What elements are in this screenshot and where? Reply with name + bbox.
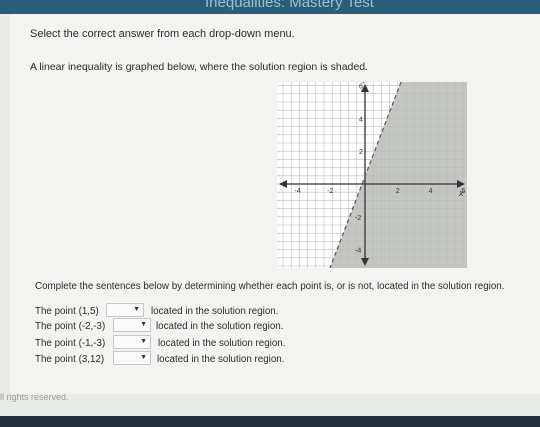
test-title: Inequalities: Mastery Test <box>205 0 374 11</box>
y-tick-label: 6 <box>359 84 363 91</box>
y-tick-label: 2 <box>359 149 363 156</box>
question-suffix: located in the solution region. <box>151 306 279 317</box>
y-tick-label: -2 <box>355 215 361 222</box>
instruction-text: Select the correct answer from each drop… <box>30 28 295 40</box>
answer-dropdown-2[interactable]: ▼ <box>113 318 151 332</box>
y-tick-label: 4 <box>359 116 363 123</box>
question-suffix: located in the solution region. <box>158 338 286 349</box>
question-suffix: located in the solution region. <box>157 354 285 365</box>
answer-dropdown-1[interactable]: ▼ <box>106 303 144 317</box>
x-tick-label: -4 <box>294 188 300 195</box>
dropdown-arrow-icon: ▼ <box>140 354 147 361</box>
answer-dropdown-3[interactable]: ▼ <box>113 335 151 349</box>
inequality-graph: -6-4-2246642-2-4-6 y x <box>277 82 467 268</box>
answer-dropdown-4[interactable]: ▼ <box>113 351 151 365</box>
y-tick-label: -4 <box>355 248 361 255</box>
x-tick-label: 4 <box>429 188 433 195</box>
question-label: The point (-2,-3) <box>35 321 106 332</box>
question-suffix: located in the solution region. <box>156 321 284 332</box>
complete-prompt: Complete the sentences below by determin… <box>35 281 505 292</box>
bottom-bar <box>0 416 540 427</box>
dropdown-arrow-icon: ▼ <box>140 321 147 328</box>
question-label: The point (3,12) <box>35 354 105 365</box>
x-tick-label: 2 <box>396 188 400 195</box>
x-axis-label: x <box>458 188 464 198</box>
question-label: The point (-1,-3) <box>35 338 106 349</box>
y-axis-label: y <box>362 82 368 83</box>
app-header-bar: Inequalities: Mastery Test <box>0 0 540 14</box>
x-tick-label: -2 <box>327 188 333 195</box>
question-label: The point (1,5) <box>35 306 99 317</box>
dropdown-arrow-icon: ▼ <box>133 306 140 313</box>
copyright-footer: ll rights reserved. <box>0 392 69 402</box>
dropdown-arrow-icon: ▼ <box>140 338 147 345</box>
question-description: A linear inequality is graphed below, wh… <box>30 61 368 73</box>
